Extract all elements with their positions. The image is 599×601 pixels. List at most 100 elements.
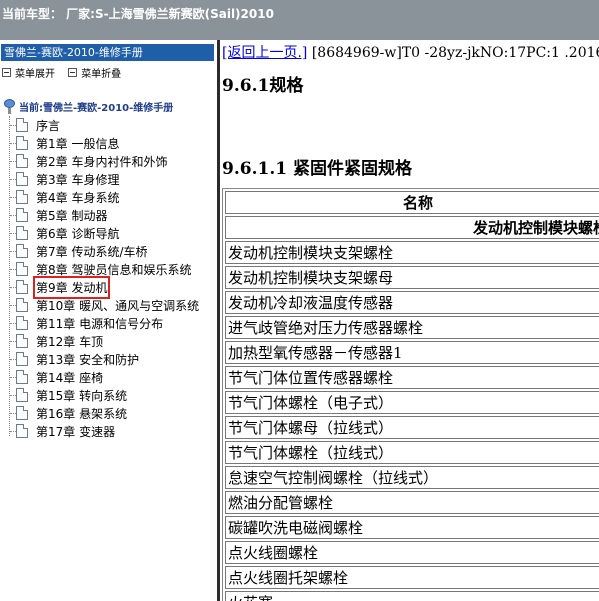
document-icon xyxy=(16,316,28,330)
tree-item[interactable]: 第2章 车身内衬件和外饰 xyxy=(0,152,217,170)
tree-item-label: 第12章 车顶 xyxy=(36,334,104,349)
tree-item-label: 第8章 驾驶员信息和娱乐系统 xyxy=(36,262,192,277)
tree-item-label: 第3章 车身修理 xyxy=(36,172,120,187)
table-cell-name: 进气歧管绝对压力传感器螺栓 xyxy=(225,316,599,339)
document-icon xyxy=(16,406,28,420)
table-cell-name: 发动机控制模块支架螺栓 xyxy=(225,241,599,264)
tree-item[interactable]: 第6章 诊断导航 xyxy=(0,224,217,242)
tree-root[interactable]: 当前:雪佛兰-赛欧-2010-维修手册 xyxy=(3,98,173,114)
table-row: 火花塞 xyxy=(225,591,599,601)
table-row: 碳罐吹洗电磁阀螺栓 xyxy=(225,516,599,539)
table-row: 点火线圈托架螺栓 xyxy=(225,566,599,589)
tree-item[interactable]: 序言 xyxy=(0,116,217,134)
chapter-tree: 序言第1章 一般信息第2章 车身内衬件和外饰 第3章 车身修理 第4章 车身系统 第5… xyxy=(0,116,217,440)
table-header-row: 名称 xyxy=(225,191,599,214)
tree-item[interactable]: 第3章 车身修理 xyxy=(0,170,217,188)
tree-item-label: 第1章 一般信息 xyxy=(36,136,120,151)
tree-item-label: 第17章 变速器 xyxy=(36,424,116,439)
table-row: 节气门体螺栓（电子式） xyxy=(225,391,599,414)
tree-root-label: 当前:雪佛兰-赛欧-2010-维修手册 xyxy=(19,102,174,114)
expand-menu-label: 菜单展开 xyxy=(15,69,55,80)
table-row: 发动机冷却液温度传感器 xyxy=(225,291,599,314)
tree-item-label: 第4章 车身系统 xyxy=(36,190,120,205)
table-cell-name: 节气门体位置传感器螺栓 xyxy=(225,366,599,389)
document-icon xyxy=(16,172,28,186)
table-cell-name: 点火线圈托架螺栓 xyxy=(225,566,599,589)
tree-item[interactable]: 第1章 一般信息 xyxy=(0,134,217,152)
document-icon xyxy=(16,370,28,384)
document-icon xyxy=(16,244,28,258)
table-cell-name: 燃油分配管螺栓 xyxy=(225,491,599,514)
tree-item-label: 第5章 制动器 xyxy=(36,208,108,223)
table-row: 燃油分配管螺栓 xyxy=(225,491,599,514)
table-row: 怠速空气控制阀螺栓（拉线式） xyxy=(225,466,599,489)
tree-item-label: 第9章 发动机 xyxy=(32,275,111,299)
document-icon xyxy=(16,424,28,438)
document-icon xyxy=(16,388,28,402)
document-icon xyxy=(16,262,28,276)
manual-root-icon xyxy=(3,98,16,114)
tree-item[interactable]: 第17章 变速器 xyxy=(0,422,217,440)
collapse-icon xyxy=(68,68,78,77)
doc-nav-line: [返回上一页.] [8684969-w]T0 -28yz-jkNO:17PC:1… xyxy=(222,42,599,62)
document-icon xyxy=(16,154,28,168)
document-icon xyxy=(16,298,28,312)
document-icon xyxy=(16,352,28,366)
document-icon xyxy=(16,118,28,132)
table-row: 发动机控制模块支架螺母 xyxy=(225,266,599,289)
tree-item-label: 第13章 安全和防护 xyxy=(36,352,140,367)
tree-item-label: 第2章 车身内衬件和外饰 xyxy=(36,154,168,169)
tree-item-label: 序言 xyxy=(36,118,61,133)
table-row: 节气门体位置传感器螺栓 xyxy=(225,366,599,389)
tree-item-label: 第14章 座椅 xyxy=(36,370,104,385)
tree-item-label: 第6章 诊断导航 xyxy=(36,226,120,241)
fastener-spec-table: 名称 发动机控制模块螺栓 发动机控制模块支架螺栓 发动机控制模块支架螺母 发动机冷却… xyxy=(222,188,599,601)
document-icon xyxy=(16,334,28,348)
tree-item[interactable]: 第16章 悬架系统 xyxy=(0,404,217,422)
table-cell-name: 加热型氧传感器－传感器1 xyxy=(225,341,599,364)
column-header-name: 名称 xyxy=(225,191,599,214)
subsection-heading: 9.6.1.1 紧固件紧固规格 xyxy=(222,159,412,179)
table-cell-name: 节气门体螺栓（拉线式） xyxy=(225,441,599,464)
tree-item-label: 第15章 转向系统 xyxy=(36,388,128,403)
expand-menu-button[interactable]: 菜单展开 xyxy=(2,65,55,80)
document-icon xyxy=(16,190,28,204)
table-row: 进气歧管绝对压力传感器螺栓 xyxy=(225,316,599,339)
content-pane: [返回上一页.] [8684969-w]T0 -28yz-jkNO:17PC:1… xyxy=(220,40,599,601)
tree-item[interactable]: 第12章 车顶 xyxy=(0,332,217,350)
tree-item[interactable]: 第4章 车身系统 xyxy=(0,188,217,206)
window-title-bar: 当前车型： 厂家:S-上海雪佛兰新赛欧(Sail)2010 xyxy=(0,0,599,40)
table-cell-name: 碳罐吹洗电磁阀螺栓 xyxy=(225,516,599,539)
collapse-menu-button[interactable]: 菜单折叠 xyxy=(68,65,121,80)
tree-item[interactable]: 第13章 安全和防护 xyxy=(0,350,217,368)
doc-id-text: [8684969-w]T0 -28yz-jkNO:17PC:1 .2016 xyxy=(307,45,599,61)
tree-item-label: 第7章 传动系统/车桥 xyxy=(36,244,148,259)
tree-item-label: 第16章 悬架系统 xyxy=(36,406,128,421)
table-group-row: 发动机控制模块螺栓 xyxy=(225,216,599,239)
tree-item-label: 第11章 电源和信号分布 xyxy=(36,316,164,331)
tree-item-label: 第10章 暖风、通风与空调系统 xyxy=(36,298,200,313)
tree-item[interactable]: 第7章 传动系统/车桥 xyxy=(0,242,217,260)
menu-controls: 菜单展开 菜单折叠 xyxy=(2,65,214,80)
tree-item[interactable]: 第10章 暖风、通风与空调系统 xyxy=(0,296,217,314)
table-row: 点火线圈螺栓 xyxy=(225,541,599,564)
section-heading: 9.6.1规格 xyxy=(222,76,304,96)
group-header: 发动机控制模块螺栓 xyxy=(225,216,599,239)
tree-item[interactable]: 第5章 制动器 xyxy=(0,206,217,224)
table-cell-name: 节气门体螺母（拉线式） xyxy=(225,416,599,439)
table-cell-name: 点火线圈螺栓 xyxy=(225,541,599,564)
table-row: 节气门体螺栓（拉线式） xyxy=(225,441,599,464)
tree-item[interactable]: 第11章 电源和信号分布 xyxy=(0,314,217,332)
table-cell-name: 怠速空气控制阀螺栓（拉线式） xyxy=(225,466,599,489)
manual-title-header: 雪佛兰-赛欧-2010-维修手册 xyxy=(1,44,214,61)
table-cell-name: 发动机冷却液温度传感器 xyxy=(225,291,599,314)
tree-item[interactable]: 第15章 转向系统 xyxy=(0,386,217,404)
tree-item[interactable]: 第9章 发动机 xyxy=(0,275,217,299)
table-cell-name: 火花塞 xyxy=(225,591,599,601)
back-link[interactable]: [返回上一页.] xyxy=(222,45,307,61)
table-row: 加热型氧传感器－传感器1 xyxy=(225,341,599,364)
tree-item[interactable]: 第14章 座椅 xyxy=(0,368,217,386)
document-icon xyxy=(16,208,28,222)
document-icon xyxy=(16,226,28,240)
tree-item[interactable]: 第8章 驾驶员信息和娱乐系统 xyxy=(0,260,217,278)
